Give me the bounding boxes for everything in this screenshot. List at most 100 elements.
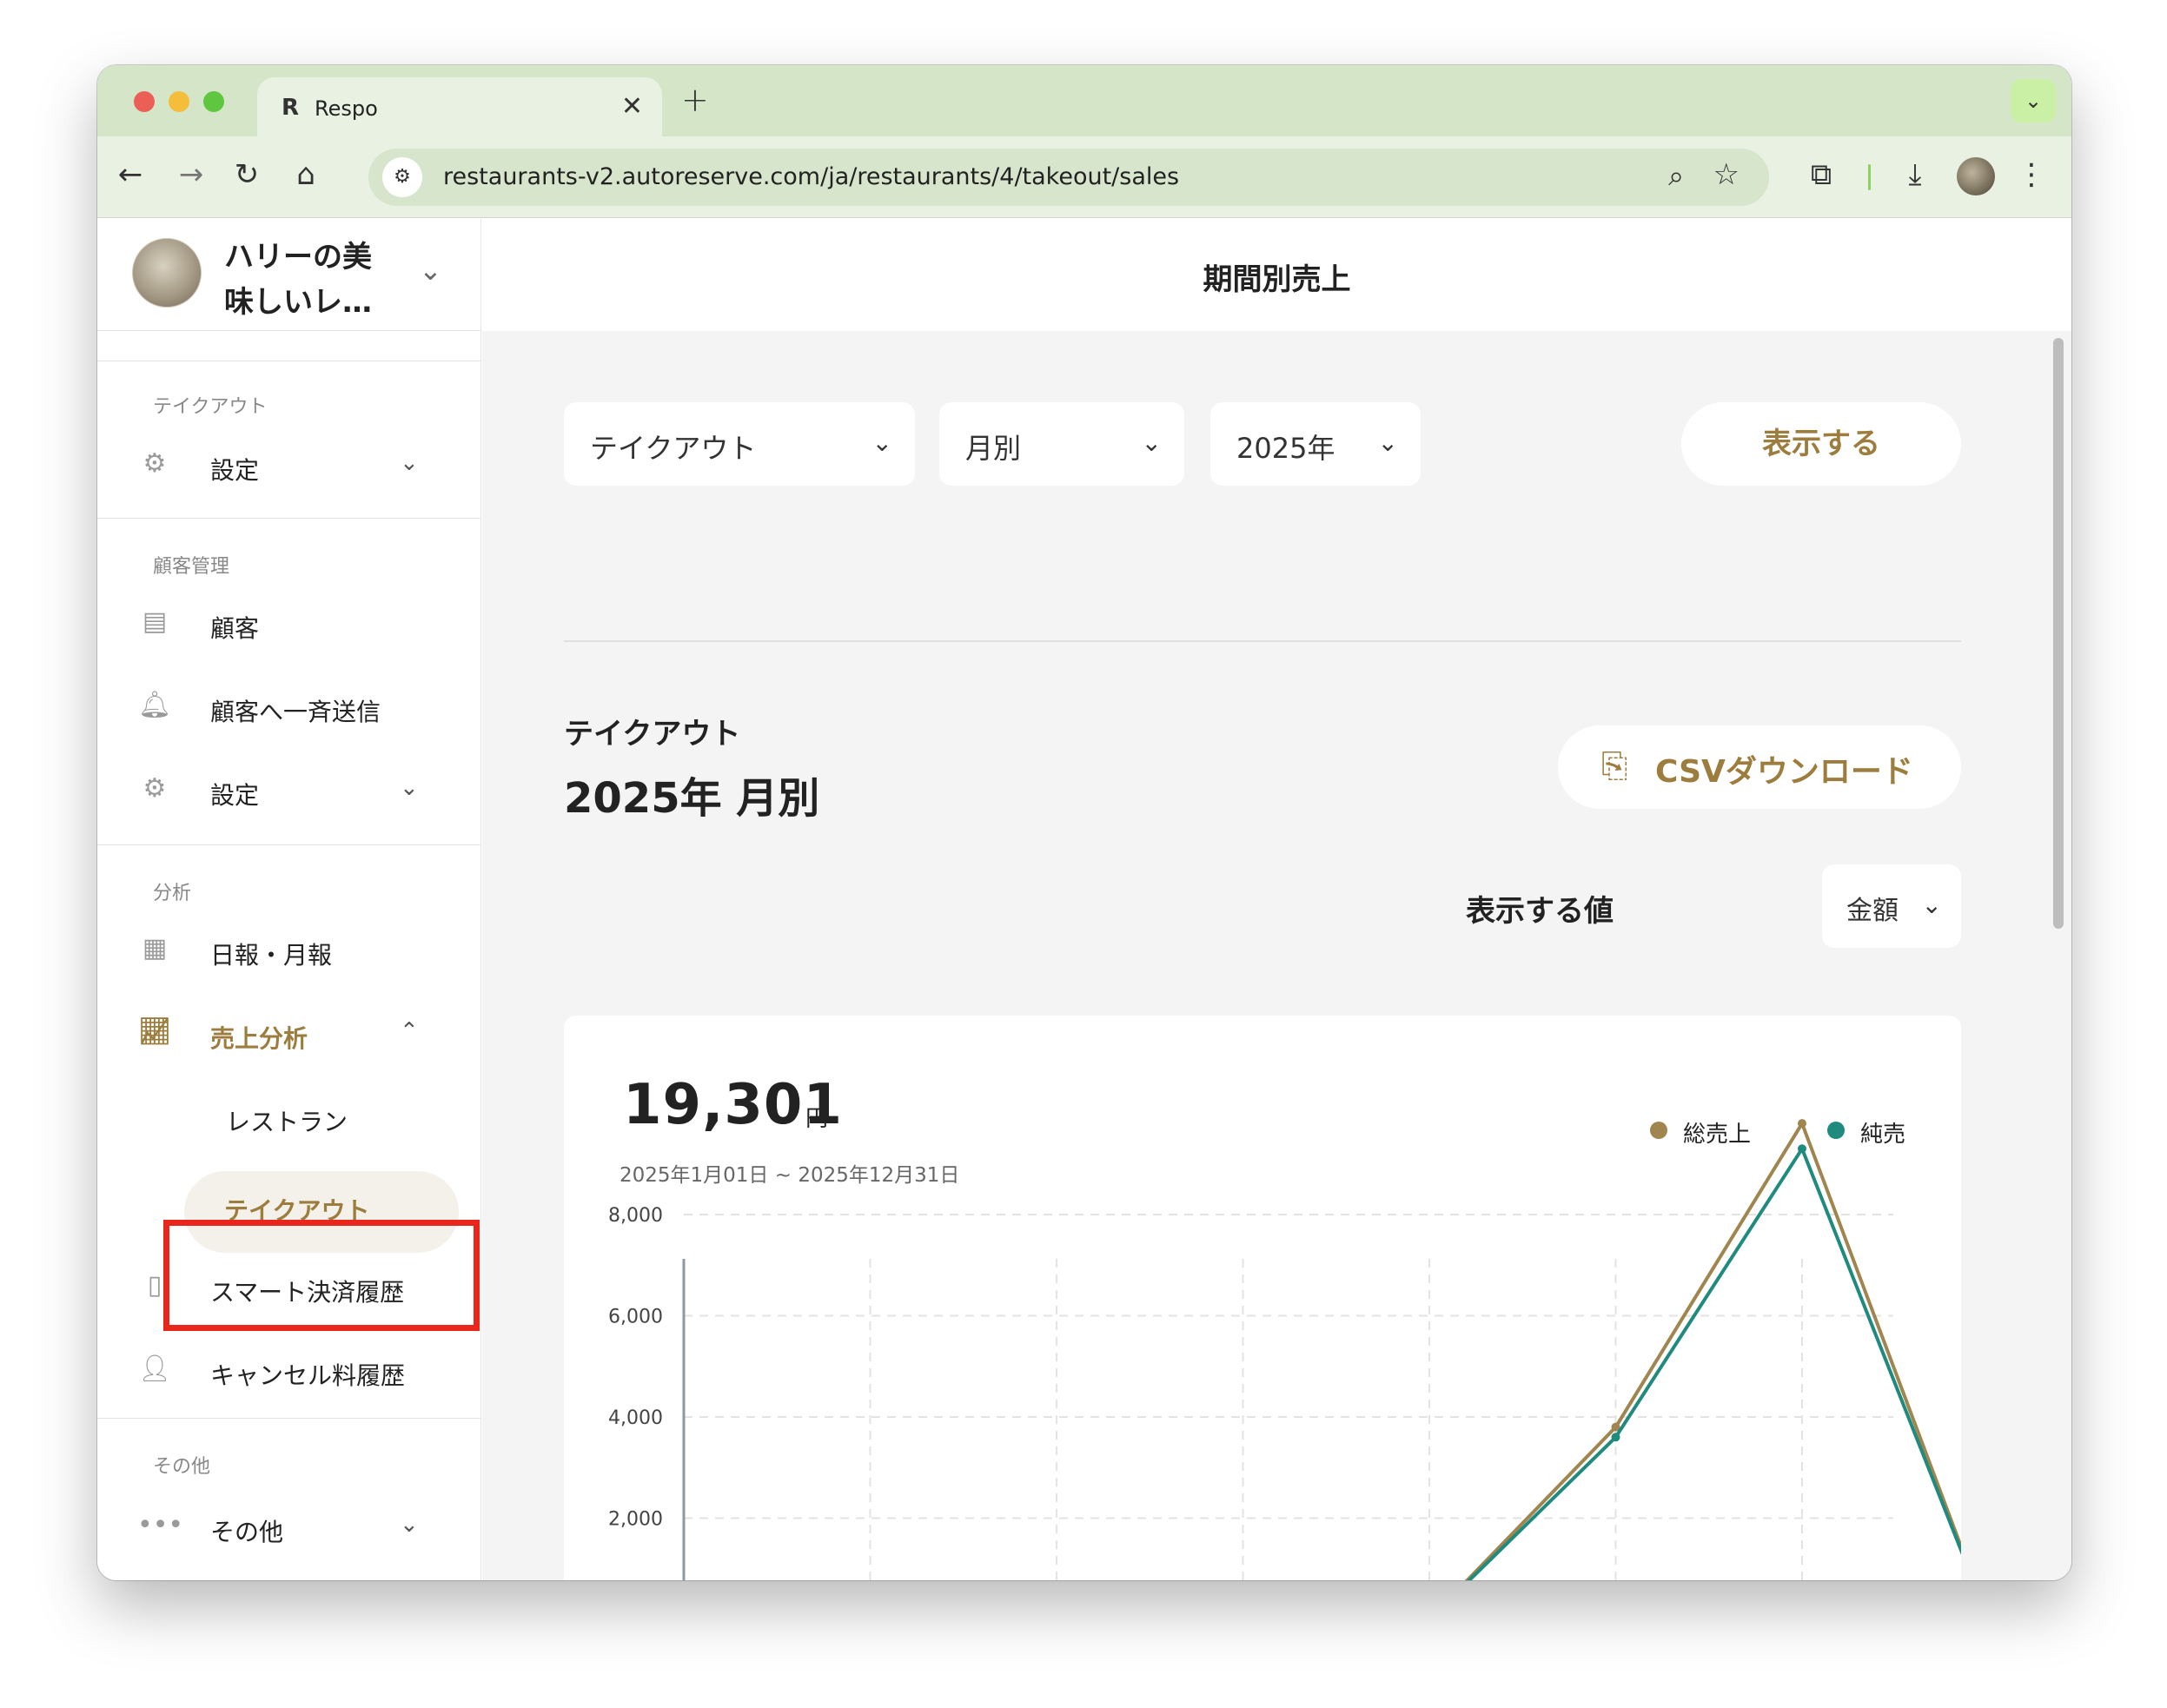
sidebar-item-label: 顧客へ一斉送信 [210, 698, 381, 726]
show-button[interactable]: 表示する [1681, 402, 1961, 486]
type-select[interactable]: テイクアウト ⌄ [564, 402, 915, 486]
chevron-down-icon: ⌄ [1377, 428, 1398, 457]
user-remove-icon: 👤︎ [137, 1354, 172, 1384]
sidebar-item-sales-analysis[interactable]: 📈︎ 売上分析 ⌃ [97, 996, 480, 1074]
browser-tab[interactable]: R Respo ✕ [257, 77, 662, 136]
tab-search-chevron-icon[interactable]: ⌄ [2011, 79, 2056, 122]
profile-avatar[interactable] [1957, 157, 1995, 195]
period-select[interactable]: 月別 ⌄ [939, 402, 1184, 486]
main-content: テイクアウト ⌄ 月別 ⌄ 2025年 ⌄ 表示する テイクアウト 2025年 … [482, 331, 2071, 1580]
sidebar-item-label: 顧客 [210, 614, 260, 643]
legend-gross-dot [1650, 1122, 1667, 1139]
scrollbar[interactable] [2051, 331, 2066, 1580]
total-unit: 円 [805, 1106, 829, 1132]
sidebar-item-label: 設定 [210, 456, 260, 485]
bell-icon: 🔔︎ [137, 690, 172, 720]
section-label-analysis: 分析 [153, 883, 192, 904]
section-title: 2025年 月別 [564, 774, 820, 823]
period-select-value: 月別 [965, 432, 1022, 465]
close-icon[interactable]: ✕ [621, 91, 643, 122]
file-download-icon: ⎘ [1601, 746, 1628, 784]
browser-window: R Respo ✕ + ⌄ ← → ↻ ⌂ ⚙ restaurants-v2.a… [97, 65, 2071, 1580]
sidebar-item-label: 日報・月報 [210, 941, 333, 970]
main-header: 期間別売上 [482, 219, 2071, 331]
chevron-down-icon: ⌄ [871, 428, 892, 457]
chevron-up-icon: ⌃ [400, 1018, 419, 1044]
close-window-button[interactable] [134, 91, 155, 112]
sidebar-item-label: キャンセル料履歴 [210, 1361, 406, 1390]
year-select[interactable]: 2025年 ⌄ [1210, 402, 1421, 486]
data-point-net [1798, 1144, 1806, 1154]
clipboard-icon: ▦ [142, 933, 168, 963]
sidebar-item-customer-settings[interactable]: ⚙ 設定 ⌄ [97, 752, 480, 831]
sidebar-spacer [97, 332, 480, 361]
chevron-down-icon: ⌄ [400, 775, 419, 801]
more-menu-icon[interactable]: ⋮ [2012, 157, 2051, 192]
data-point-net [1611, 1433, 1620, 1442]
sidebar-subitem-restaurant[interactable]: レストラン [97, 1079, 480, 1157]
sidebar-item-customers[interactable]: ▤ 顧客 [97, 586, 480, 664]
csv-download-button[interactable]: ⎘ CSVダウンロード [1558, 725, 1961, 809]
value-label: 表示する値 [1466, 894, 1614, 929]
home-icon[interactable]: ⌂ [287, 157, 325, 192]
year-select-value: 2025年 [1236, 432, 1335, 465]
chevron-down-icon[interactable]: ⌄ [419, 254, 442, 287]
value-select[interactable]: 金額 ⌄ [1822, 864, 1961, 948]
series-line-net [1467, 1147, 1961, 1580]
ellipsis-icon: ••• [137, 1510, 184, 1540]
zoom-icon[interactable]: ⌕ [1668, 159, 1684, 193]
sidebar-item-label: 売上分析 [210, 1024, 308, 1053]
legend-net-label: 純売 [1860, 1122, 1906, 1148]
data-point-gross [1798, 1119, 1806, 1129]
highlight-annotation-box [163, 1220, 480, 1331]
sidebar-item-broadcast[interactable]: 🔔︎ 顧客へ一斉送信 [97, 669, 480, 747]
extensions-icon[interactable]: ⧉ [1802, 157, 1840, 192]
chevron-down-icon: ⌄ [400, 450, 419, 476]
reload-icon[interactable]: ↻ [228, 157, 266, 192]
divider [97, 844, 480, 845]
sidebar-item-daily-monthly[interactable]: ▦ 日報・月報 [97, 912, 480, 990]
title-bar: R Respo ✕ + ⌄ [97, 65, 2071, 136]
toolbar-separator [1868, 164, 1871, 190]
restaurant-name: ハリーの美味しいレ… [224, 240, 372, 320]
chart-card: 8,000 6,000 4,000 2,000 19,301 円 2025年1月01日… [564, 1016, 1961, 1580]
download-icon[interactable]: ⤓ [1896, 157, 1934, 192]
minimize-window-button[interactable] [169, 91, 189, 112]
bookmark-star-icon[interactable]: ☆ [1713, 157, 1740, 192]
forward-icon[interactable]: → [172, 157, 210, 192]
y-tick-label: 2,000 [608, 1509, 663, 1531]
sidebar-item-label: レストラン [226, 1108, 348, 1136]
sidebar-item-label: その他 [210, 1518, 284, 1546]
site-settings-icon[interactable]: ⚙ [382, 157, 422, 197]
browser-toolbar: ← → ↻ ⌂ ⚙ restaurants-v2.autoreserve.com… [97, 136, 2071, 218]
restaurant-avatar [132, 238, 202, 308]
sidebar: ハリーの美味しいレ… ⌄ テイクアウト ⚙ 設定 ⌄ 顧客管理 ▤ 顧客 🔔︎ … [97, 219, 481, 1580]
y-tick-label: 4,000 [608, 1407, 663, 1429]
restaurant-switcher[interactable]: ハリーの美味しいレ… ⌄ [97, 219, 480, 331]
date-range: 2025年1月01日 ~ 2025年12月31日 [620, 1164, 960, 1187]
address-bar[interactable]: ⚙ restaurants-v2.autoreserve.com/ja/rest… [368, 149, 1769, 206]
sidebar-item-label: 設定 [210, 781, 260, 810]
zoom-window-button[interactable] [203, 91, 224, 112]
new-tab-icon[interactable]: + [681, 81, 709, 119]
sidebar-item-cancel-fee[interactable]: 👤︎ キャンセル料履歴 [97, 1333, 480, 1411]
page-title: 期間別売上 [1203, 262, 1351, 297]
sidebar-item-other[interactable]: ••• その他 ⌄ [97, 1489, 480, 1567]
contact-card-icon: ▤ [142, 606, 168, 637]
scroll-thumb[interactable] [2053, 338, 2064, 929]
sidebar-item-takeout-settings[interactable]: ⚙ 設定 ⌄ [97, 427, 480, 506]
gear-icon: ⚙ [142, 773, 167, 804]
legend-gross-label: 総売上 [1683, 1122, 1752, 1148]
value-select-value: 金額 [1846, 896, 1899, 926]
chevron-down-icon: ⌄ [1921, 890, 1942, 919]
csv-download-label: CSVダウンロード [1655, 754, 1913, 790]
chevron-down-icon: ⌄ [1141, 428, 1162, 457]
line-chart-icon: 📈︎ [137, 1016, 172, 1047]
section-label-customer: 顧客管理 [153, 556, 230, 578]
respo-logo-icon: R [282, 95, 300, 121]
y-tick-label: 6,000 [608, 1307, 663, 1328]
url-text[interactable]: restaurants-v2.autoreserve.com/ja/restau… [443, 163, 1179, 190]
type-select-value: テイクアウト [590, 432, 757, 465]
series-line-gross [1464, 1122, 1961, 1580]
back-icon[interactable]: ← [111, 157, 149, 192]
